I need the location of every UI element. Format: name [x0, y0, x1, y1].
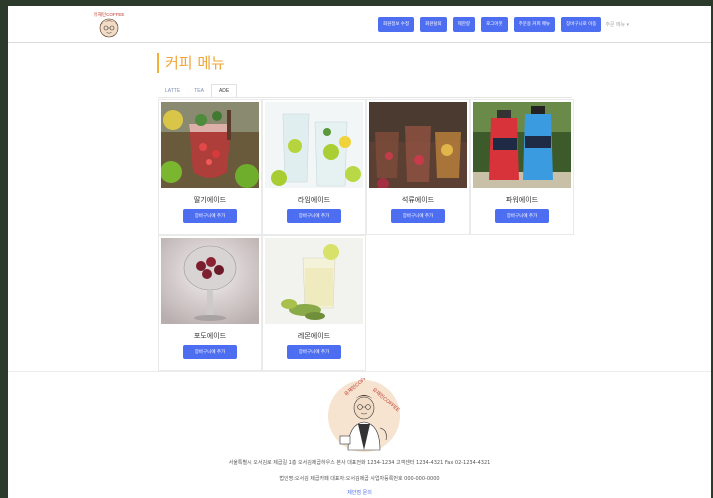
add-to-cart-button[interactable]: 장바구니에 추가: [287, 209, 341, 223]
product-image: [369, 102, 467, 188]
product-image: [473, 102, 571, 188]
add-to-cart-button[interactable]: 장바구니에 추가: [391, 209, 445, 223]
edit-profile-button[interactable]: 회원정보 수정: [378, 16, 415, 32]
header: 유재민COFFEE 회원정보 수정 회원탈퇴 제한량 로그아웃 주문용 커피 메…: [8, 6, 711, 43]
footer-address: 서울특별시 오서김로 제곱길 1층 오서김제곱하우스 본사 대표전화 1234-…: [228, 460, 491, 466]
withdraw-button[interactable]: 회원탈퇴: [420, 16, 447, 32]
product-image: [161, 238, 259, 324]
go-to-cart-button[interactable]: 장바구니로 이동: [561, 16, 602, 32]
product-name: 포도에이드: [193, 332, 227, 340]
product-card: 라임에이드 장바구니에 추가: [262, 99, 366, 235]
product-card: 파워에이드 장바구니에 추가: [470, 99, 574, 235]
footer-divider: [8, 371, 711, 372]
page-title-wrapper: 커피 메뉴: [157, 53, 225, 73]
barista-logo-icon: 유재민COFFEE 유재민COFFEE: [328, 370, 402, 452]
product-card: 포도에이드 장바구니에 추가: [158, 235, 262, 371]
product-name: 레몬에이드: [297, 332, 331, 340]
page: 유재민COFFEE 회원정보 수정 회원탈퇴 제한량 로그아웃 주문용 커피 메…: [8, 6, 711, 498]
tab-divider: [158, 97, 572, 98]
top-nav: 회원정보 수정 회원탈퇴 제한량 로그아웃 주문용 커피 메뉴 장바구니로 이동…: [378, 16, 629, 32]
tab-tea[interactable]: TEA: [187, 84, 211, 98]
partnership-inquiry-link[interactable]: 제안점 문의: [8, 489, 711, 496]
logout-button[interactable]: 로그아웃: [481, 16, 508, 32]
product-name: 석류에이드: [401, 196, 435, 204]
product-name: 파워에이드: [505, 196, 539, 204]
product-image: [161, 102, 259, 188]
tab-ade[interactable]: ADE: [210, 84, 238, 98]
add-to-cart-button[interactable]: 장바구니에 추가: [495, 209, 549, 223]
product-card: 석류에이드 장바구니에 추가: [366, 99, 470, 235]
add-to-cart-button[interactable]: 장바구니에 추가: [287, 345, 341, 359]
product-name: 딸기에이드: [193, 196, 227, 204]
coffee-menu-button[interactable]: 주문용 커피 메뉴: [513, 16, 556, 32]
product-name: 라임에이드: [297, 196, 331, 204]
product-card: 딸기에이드 장바구니에 추가: [158, 99, 262, 235]
order-menu-dropdown[interactable]: 주문 메뉴 ▾: [605, 21, 629, 28]
footer-company-info: 법인명:오서김 제곱카페 대표자:오서김제곱 사업자등록번호 000-000-0…: [279, 476, 440, 482]
page-title: 커피 메뉴: [165, 54, 225, 72]
add-to-cart-button[interactable]: 장바구니에 추가: [183, 345, 237, 359]
limit-button[interactable]: 제한량: [452, 16, 476, 32]
product-image: [265, 238, 363, 324]
add-to-cart-button[interactable]: 장바구니에 추가: [183, 209, 237, 223]
logo-icon: 유재민COFFEE: [94, 11, 125, 38]
tab-latte[interactable]: LATTE: [158, 84, 187, 98]
footer-logo: 유재민COFFEE 유재민COFFEE: [326, 370, 402, 454]
product-image: [265, 102, 363, 188]
logo[interactable]: 유재민COFFEE: [92, 10, 126, 40]
logo-text: 유재민COFFEE: [94, 11, 125, 18]
category-tabs: LATTE TEA ADE: [158, 84, 238, 98]
product-card: 레몬에이드 장바구니에 추가: [262, 235, 366, 371]
